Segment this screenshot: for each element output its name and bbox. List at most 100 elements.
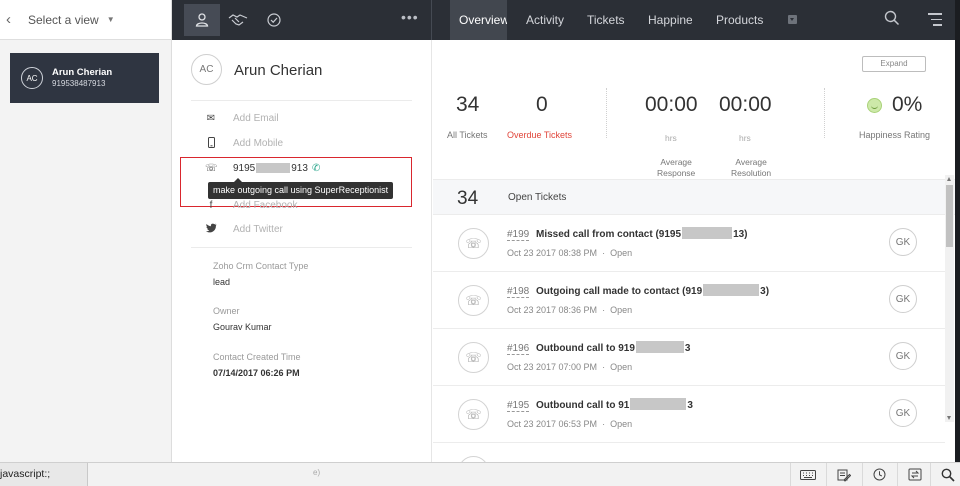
edit-note-icon[interactable] [826,463,860,486]
call-tooltip: make outgoing call using SuperReceptioni… [208,178,394,199]
check-circle-icon[interactable] [256,4,292,36]
avg-response-label: Average Response [657,157,696,179]
ticket-row[interactable]: ☏ #198 Outgoing call made to contact (91… [433,272,945,329]
status-url: javascript:; [0,463,88,486]
view-selector[interactable]: Select a view [28,13,99,27]
created-time-label: Contact Created Time [213,352,301,362]
ticket-row[interactable]: ☏ #199 Missed call from contact (9195 13)… [433,215,945,272]
ticket-subject[interactable]: Outgoing call made to contact (919 3) [536,284,769,297]
created-time-value: 07/14/2017 06:26 PM [213,368,300,378]
overdue-tickets-label[interactable]: Overdue Tickets [507,130,572,140]
avatar: AC [21,67,43,89]
contact-list-phone: 919538487913 [52,78,106,88]
avg-resolution-unit: hrs [739,133,751,143]
avatar: AC [191,54,222,85]
contact-list-panel: ‹ Select a view ▼ AC Arun Cherian 919538… [0,0,172,462]
crm-type-label: Zoho Crm Contact Type [213,261,309,271]
mobile-icon [205,136,217,151]
ticket-number[interactable]: #196 [507,343,530,355]
ticket-list-scrollbar[interactable] [945,175,954,422]
ticket-row[interactable]: ☏ #196 Outbound call to 919 3 Oct 23 2017… [433,329,945,386]
search-icon[interactable] [884,10,900,31]
ticket-subject[interactable]: Outbound call to 919 3 [536,341,690,354]
redacted-block [703,284,760,297]
twitter-field[interactable]: Add Twitter [205,223,283,235]
keyboard-icon[interactable] [790,463,824,486]
scroll-up-icon[interactable] [947,177,951,181]
ticket-number[interactable]: #199 [507,229,530,241]
top-bar: ••• Overview Activity Tickets Happiness … [172,0,960,40]
view-selector-bar: ‹ Select a view ▼ [0,0,171,40]
contact-icon[interactable] [184,4,220,36]
assignee-avatar[interactable]: GK [889,285,917,313]
facebook-icon: f [209,200,213,211]
assignee-avatar[interactable]: GK [889,399,917,427]
contact-details-panel: AC Arun Cherian ✉ Add Email Add Mobile ☏… [172,40,432,462]
contact-name: Arun Cherian [234,62,323,79]
smiley-icon [867,98,882,113]
handshake-icon[interactable] [220,4,256,36]
divider [431,0,432,40]
tab-tickets[interactable]: Tickets [587,0,625,40]
contact-list-item[interactable]: AC Arun Cherian 919538487913 [10,53,159,103]
ticket-row[interactable]: ☏ [433,443,945,462]
scroll-down-icon[interactable] [947,416,951,420]
menu-icon[interactable] [928,13,942,30]
chevron-left-icon[interactable]: ‹ [6,11,28,28]
tab-activity[interactable]: Activity [526,0,564,40]
chevron-down-icon[interactable]: ▼ [107,15,115,24]
crm-type-value: lead [213,277,231,287]
status-bar: javascript:; e) [0,462,960,486]
app-frame: ‹ Select a view ▼ AC Arun Cherian 919538… [0,0,960,486]
module-icon-group [184,4,292,36]
phone-icon: ☏ [458,285,489,316]
assignee-avatar[interactable]: GK [889,342,917,370]
ticket-number[interactable]: #198 [507,286,530,298]
ticket-row[interactable]: ☏ #195 Outbound call to 91 3 Oct 23 2017 … [433,386,945,443]
more-tabs-icon[interactable] [788,15,797,24]
assignee-avatar[interactable]: GK [889,228,917,256]
ticket-number[interactable]: #195 [507,400,530,412]
tab-products[interactable]: Products [716,0,764,40]
overdue-tickets-count: 0 [536,93,548,116]
ticket-meta: Oct 23 2017 07:00 PM · Open [507,362,633,372]
window-edge [955,0,960,486]
owner-label: Owner [213,306,240,316]
more-options-icon[interactable]: ••• [401,9,419,25]
facebook-field[interactable]: f Add Facebook [210,200,298,211]
redacted-block [630,398,687,411]
expand-button[interactable]: Expand [862,56,926,72]
phone-icon: ☏ [458,342,489,373]
avg-resolution-value: 00:00 [719,93,772,116]
transfer-icon[interactable] [897,463,931,486]
divider [824,88,825,138]
search-icon[interactable] [930,463,960,486]
all-tickets-label[interactable]: All Tickets [447,130,488,140]
open-tickets-count: 34 [457,188,479,209]
ticket-subject[interactable]: Outbound call to 91 3 [536,398,693,411]
owner-value: Gourav Kumar [213,322,272,332]
phone-icon: ☏ [458,399,489,430]
open-tickets-header: 34 Open Tickets [433,179,960,215]
ticket-meta: Oct 23 2017 08:36 PM · Open [507,305,633,315]
contact-list-name: Arun Cherian [52,66,113,78]
happiness-label: Happiness Rating [859,130,931,140]
divider [191,247,412,248]
ticket-list: ☏ #199 Missed call from contact (9195 13)… [433,215,945,462]
redacted-block [682,227,733,240]
redacted-block [635,341,684,354]
all-tickets-count: 34 [456,93,480,116]
tab-happiness[interactable]: Happiness [648,0,692,40]
ticket-meta: Oct 23 2017 06:53 PM · Open [507,419,633,429]
email-field[interactable]: ✉ Add Email [207,113,279,124]
divider [191,100,412,101]
phone-icon: ☏ [458,228,489,259]
status-faint-text: e) [313,468,321,477]
clock-icon[interactable] [862,463,896,486]
mobile-field[interactable]: Add Mobile [207,136,283,149]
ticket-subject[interactable]: Missed call from contact (9195 13) [536,227,748,240]
tab-overview[interactable]: Overview [450,0,507,40]
happiness-value: 0% [892,93,923,116]
scroll-thumb[interactable] [946,185,953,247]
open-tickets-label[interactable]: Open Tickets [508,192,566,203]
